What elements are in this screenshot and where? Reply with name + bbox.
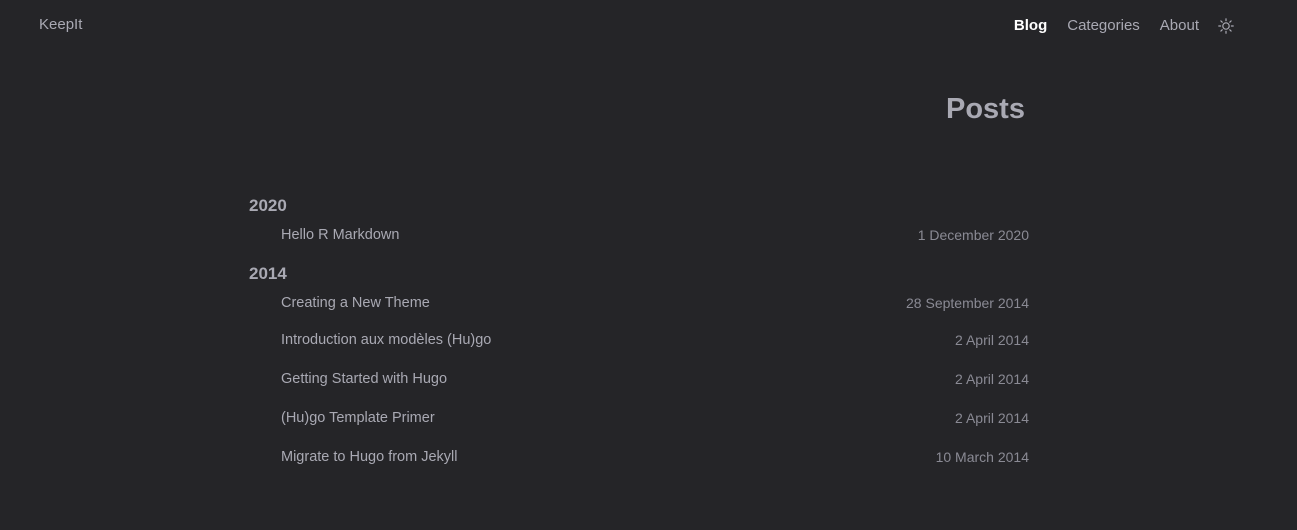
- main-nav: Blog Categories About: [994, 15, 1235, 37]
- theme-toggle-button[interactable]: [1217, 17, 1235, 35]
- post-date: 2 April 2014: [955, 409, 1029, 426]
- page-title: Posts: [946, 93, 1025, 125]
- list-item: Hello R Markdown 1 December 2020: [249, 218, 1029, 252]
- year-heading: 2020: [249, 196, 287, 215]
- site-logo-link[interactable]: KeepIt: [39, 16, 82, 33]
- list-item: (Hu)go Template Primer 2 April 2014: [249, 398, 1029, 437]
- post-title-link[interactable]: Creating a New Theme: [281, 295, 430, 311]
- post-title-link[interactable]: Migrate to Hugo from Jekyll: [281, 449, 457, 465]
- post-list: Hello R Markdown 1 December 2020: [249, 218, 1029, 252]
- post-list: Creating a New Theme 28 September 2014 I…: [249, 286, 1029, 476]
- page: KeepIt Blog Categories About Posts 2020 …: [0, 0, 1297, 530]
- nav-item-categories[interactable]: Categories: [1067, 15, 1140, 37]
- post-date: 2 April 2014: [955, 370, 1029, 387]
- post-date: 10 March 2014: [935, 448, 1029, 465]
- list-item: Introduction aux modèles (Hu)go 2 April …: [249, 320, 1029, 359]
- post-date: 2 April 2014: [955, 331, 1029, 348]
- nav-item-blog[interactable]: Blog: [1014, 15, 1047, 37]
- post-date: 28 September 2014: [906, 295, 1029, 311]
- sun-icon: [1218, 18, 1234, 34]
- nav-item-about[interactable]: About: [1160, 15, 1199, 37]
- year-heading: 2014: [249, 264, 287, 283]
- post-title-link[interactable]: (Hu)go Template Primer: [281, 410, 435, 426]
- list-item: Migrate to Hugo from Jekyll 10 March 201…: [249, 437, 1029, 476]
- year-group-2014: 2014 Creating a New Theme 28 September 2…: [249, 262, 1029, 476]
- post-date: 1 December 2020: [917, 227, 1029, 243]
- post-title-link[interactable]: Introduction aux modèles (Hu)go: [281, 332, 491, 348]
- list-item: Creating a New Theme 28 September 2014: [249, 286, 1029, 320]
- year-group-2020: 2020 Hello R Markdown 1 December 2020: [249, 194, 1029, 252]
- post-title-link[interactable]: Getting Started with Hugo: [281, 371, 447, 387]
- site-header: KeepIt Blog Categories About: [0, 0, 1297, 52]
- list-item: Getting Started with Hugo 2 April 2014: [249, 359, 1029, 398]
- post-title-link[interactable]: Hello R Markdown: [281, 227, 399, 243]
- post-archive: 2020 Hello R Markdown 1 December 2020 20…: [249, 194, 1029, 476]
